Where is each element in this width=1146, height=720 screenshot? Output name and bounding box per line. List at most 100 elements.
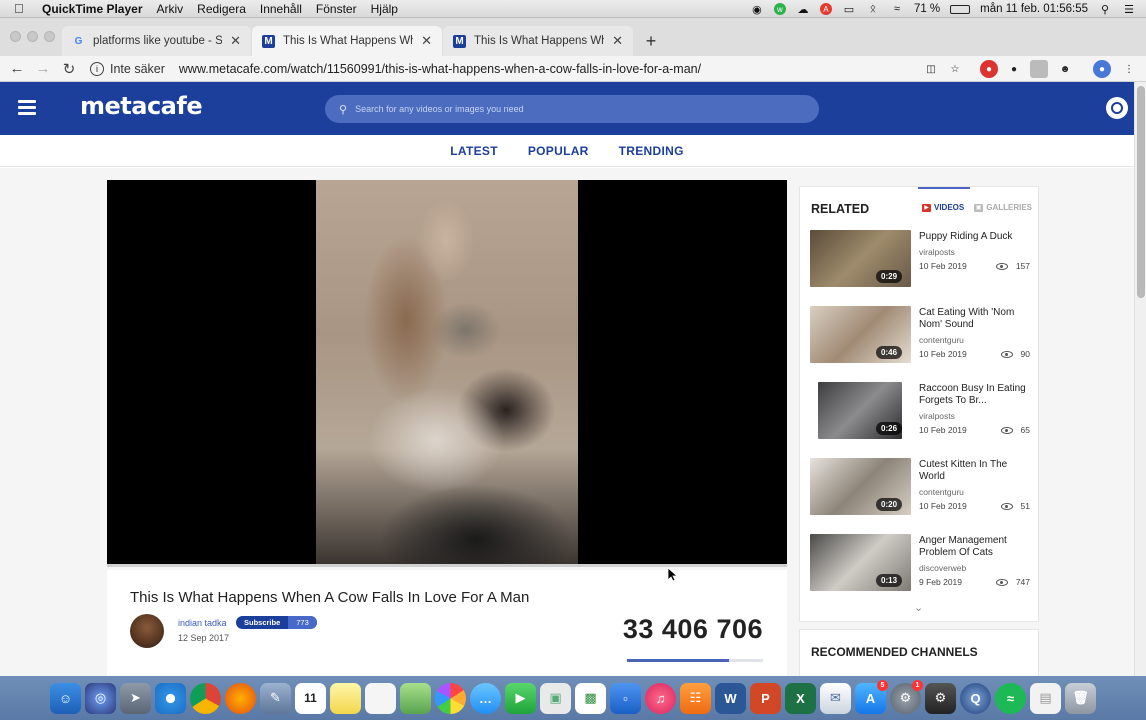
url-text[interactable]: www.metacafe.com/watch/11560991/this-is-… <box>179 62 701 76</box>
forward-arrow-icon[interactable]: → <box>30 60 56 77</box>
menu-redigera[interactable]: Redigera <box>197 2 246 16</box>
chrome-icon[interactable] <box>190 682 221 714</box>
related-title[interactable]: Cutest Kitten In The World <box>919 459 1031 483</box>
tab-google-search[interactable]: G platforms like youtube - Sök på ✕ <box>62 26 251 56</box>
maps-icon[interactable] <box>400 682 431 714</box>
messages-icon[interactable]: … <box>470 682 501 714</box>
face-extension-icon[interactable]: ☻ <box>1056 60 1074 78</box>
nav-popular[interactable]: POPULAR <box>528 144 589 158</box>
security-label[interactable]: Inte säker <box>110 62 165 76</box>
window-zoom-button[interactable] <box>44 31 55 42</box>
nav-latest[interactable]: LATEST <box>450 144 498 158</box>
related-item[interactable]: 0:13 Anger Management Problem Of Cats di… <box>810 534 1032 594</box>
preview-icon[interactable]: ✎ <box>260 682 291 714</box>
trash-icon[interactable]: 🗑 <box>1065 682 1096 714</box>
document-icon[interactable]: ▤ <box>1030 682 1061 714</box>
tab-galleries[interactable]: ▣ GALLERIES <box>974 203 1032 212</box>
keynote-icon[interactable]: ▫ <box>610 682 641 714</box>
mail-icon[interactable]: ✉ <box>820 682 851 714</box>
excel-icon[interactable]: X <box>785 682 816 714</box>
scrollbar-thumb[interactable] <box>1137 86 1145 298</box>
facetime-icon[interactable]: ▶ <box>505 682 536 714</box>
tab-close-icon[interactable]: ✕ <box>421 33 432 49</box>
tab-videos[interactable]: ▶ VIDEOS <box>922 203 964 212</box>
apple-menu-icon[interactable]:  <box>14 1 28 16</box>
reminders-icon[interactable] <box>365 682 396 714</box>
spotify-icon[interactable]: ≈ <box>995 682 1026 714</box>
related-title[interactable]: Cat Eating With 'Nom Nom' Sound <box>919 307 1031 331</box>
metacafe-logo[interactable]: metacafe <box>80 92 203 120</box>
tab-close-icon[interactable]: ✕ <box>230 33 241 49</box>
notification-center-icon[interactable]: ☰ <box>1122 3 1136 16</box>
menu-app-name[interactable]: QuickTime Player <box>42 2 143 16</box>
final-cut-icon[interactable]: ⚙ <box>925 682 956 714</box>
firefox-icon[interactable] <box>225 682 256 714</box>
lightbulb-extension-icon[interactable]: ● <box>1005 60 1023 78</box>
nav-trending[interactable]: TRENDING <box>619 144 684 158</box>
related-title[interactable]: Puppy Riding A Duck <box>919 231 1031 243</box>
window-close-button[interactable] <box>10 31 21 42</box>
page-scrollbar[interactable] <box>1134 82 1146 676</box>
related-title[interactable]: Anger Management Problem Of Cats <box>919 535 1031 559</box>
info-icon[interactable]: i <box>90 62 104 76</box>
reload-icon[interactable]: ↻ <box>56 60 82 78</box>
tab-metacafe[interactable]: M This Is What Happens When A ✕ <box>443 26 633 56</box>
related-channel[interactable]: contentguru <box>919 487 964 497</box>
quicktime-icon[interactable]: Q <box>960 682 991 714</box>
user-account-icon[interactable] <box>1106 97 1128 119</box>
related-item[interactable]: 0:20 Cutest Kitten In The World contentg… <box>810 458 1032 518</box>
menu-arkiv[interactable]: Arkiv <box>157 2 184 16</box>
related-item[interactable]: 0:26 Raccoon Busy In Eating Forgets To B… <box>810 382 1032 442</box>
profile-avatar-icon[interactable]: ● <box>1093 60 1111 78</box>
video-progress-bar[interactable] <box>107 564 787 567</box>
launchpad-icon[interactable]: ➤ <box>120 682 151 714</box>
safari-icon[interactable] <box>155 682 186 714</box>
spotlight-search-icon[interactable]: ⚲ <box>1098 3 1112 16</box>
menubar-clock[interactable]: mån 11 feb. 01:56:55 <box>980 3 1088 15</box>
related-channel[interactable]: viralposts <box>919 247 955 257</box>
calendar-icon[interactable]: 11 <box>295 682 326 714</box>
site-search-input[interactable]: ⚲ Search for any videos or images you ne… <box>325 95 819 123</box>
tab-metacafe-active[interactable]: M This Is What Happens When A ✕ <box>252 26 442 56</box>
new-tab-plus-icon[interactable]: + <box>640 30 662 52</box>
siri-icon[interactable]: ◎ <box>85 682 116 714</box>
display-icon[interactable]: ▭ <box>842 3 856 16</box>
notes-icon[interactable] <box>330 682 361 714</box>
translate-icon[interactable]: ◫ <box>922 60 940 78</box>
menu-hjalp[interactable]: Hjälp <box>371 2 398 16</box>
preview-photo-icon[interactable]: ▣ <box>540 682 571 714</box>
whatsapp-icon[interactable]: w <box>773 3 786 15</box>
window-minimize-button[interactable] <box>27 31 38 42</box>
word-icon[interactable]: W <box>715 682 746 714</box>
cloud-icon[interactable]: ☁ <box>796 3 810 16</box>
battery-icon[interactable] <box>950 4 971 14</box>
bookmark-star-icon[interactable]: ☆ <box>946 60 964 78</box>
record-icon[interactable]: ◉ <box>750 3 764 16</box>
chevron-down-icon[interactable]: ⌄ <box>914 601 923 614</box>
channel-name-link[interactable]: indian tadka <box>178 618 227 628</box>
video-player[interactable] <box>107 180 787 564</box>
menu-fonster[interactable]: Fönster <box>316 2 357 16</box>
related-item[interactable]: 0:29 Puppy Riding A Duck viralposts 10 F… <box>810 230 1032 290</box>
address-bar[interactable]: i Inte säker www.metacafe.com/watch/1156… <box>90 58 920 80</box>
numbers-icon[interactable]: ▩ <box>575 682 606 714</box>
itunes-icon[interactable]: ♫ <box>645 682 676 714</box>
wifi-icon[interactable]: ≈ <box>890 3 904 15</box>
back-arrow-icon[interactable]: ← <box>4 60 30 77</box>
ibooks-icon[interactable]: ☷ <box>680 682 711 714</box>
related-title[interactable]: Raccoon Busy In Eating Forgets To Br... <box>919 383 1031 407</box>
related-channel[interactable]: viralposts <box>919 411 955 421</box>
finder-icon[interactable]: ☺ <box>50 682 81 714</box>
bluetooth-icon[interactable]: ᛟ <box>866 3 880 15</box>
channel-avatar[interactable] <box>130 614 164 648</box>
appstore-icon[interactable]: A5 <box>855 679 888 714</box>
adobe-icon[interactable]: A <box>819 3 832 15</box>
photos-icon[interactable] <box>435 682 466 714</box>
subscribe-button[interactable]: Subscribe 773 <box>236 616 317 629</box>
related-channel[interactable]: discoverweb <box>919 563 966 573</box>
related-channel[interactable]: contentguru <box>919 335 964 345</box>
system-preferences-icon[interactable]: ⚙ 1 <box>890 679 923 714</box>
powerpoint-icon[interactable]: P <box>750 682 781 714</box>
menu-innehall[interactable]: Innehåll <box>260 2 302 16</box>
chrome-menu-icon[interactable]: ⋮ <box>1120 60 1138 78</box>
